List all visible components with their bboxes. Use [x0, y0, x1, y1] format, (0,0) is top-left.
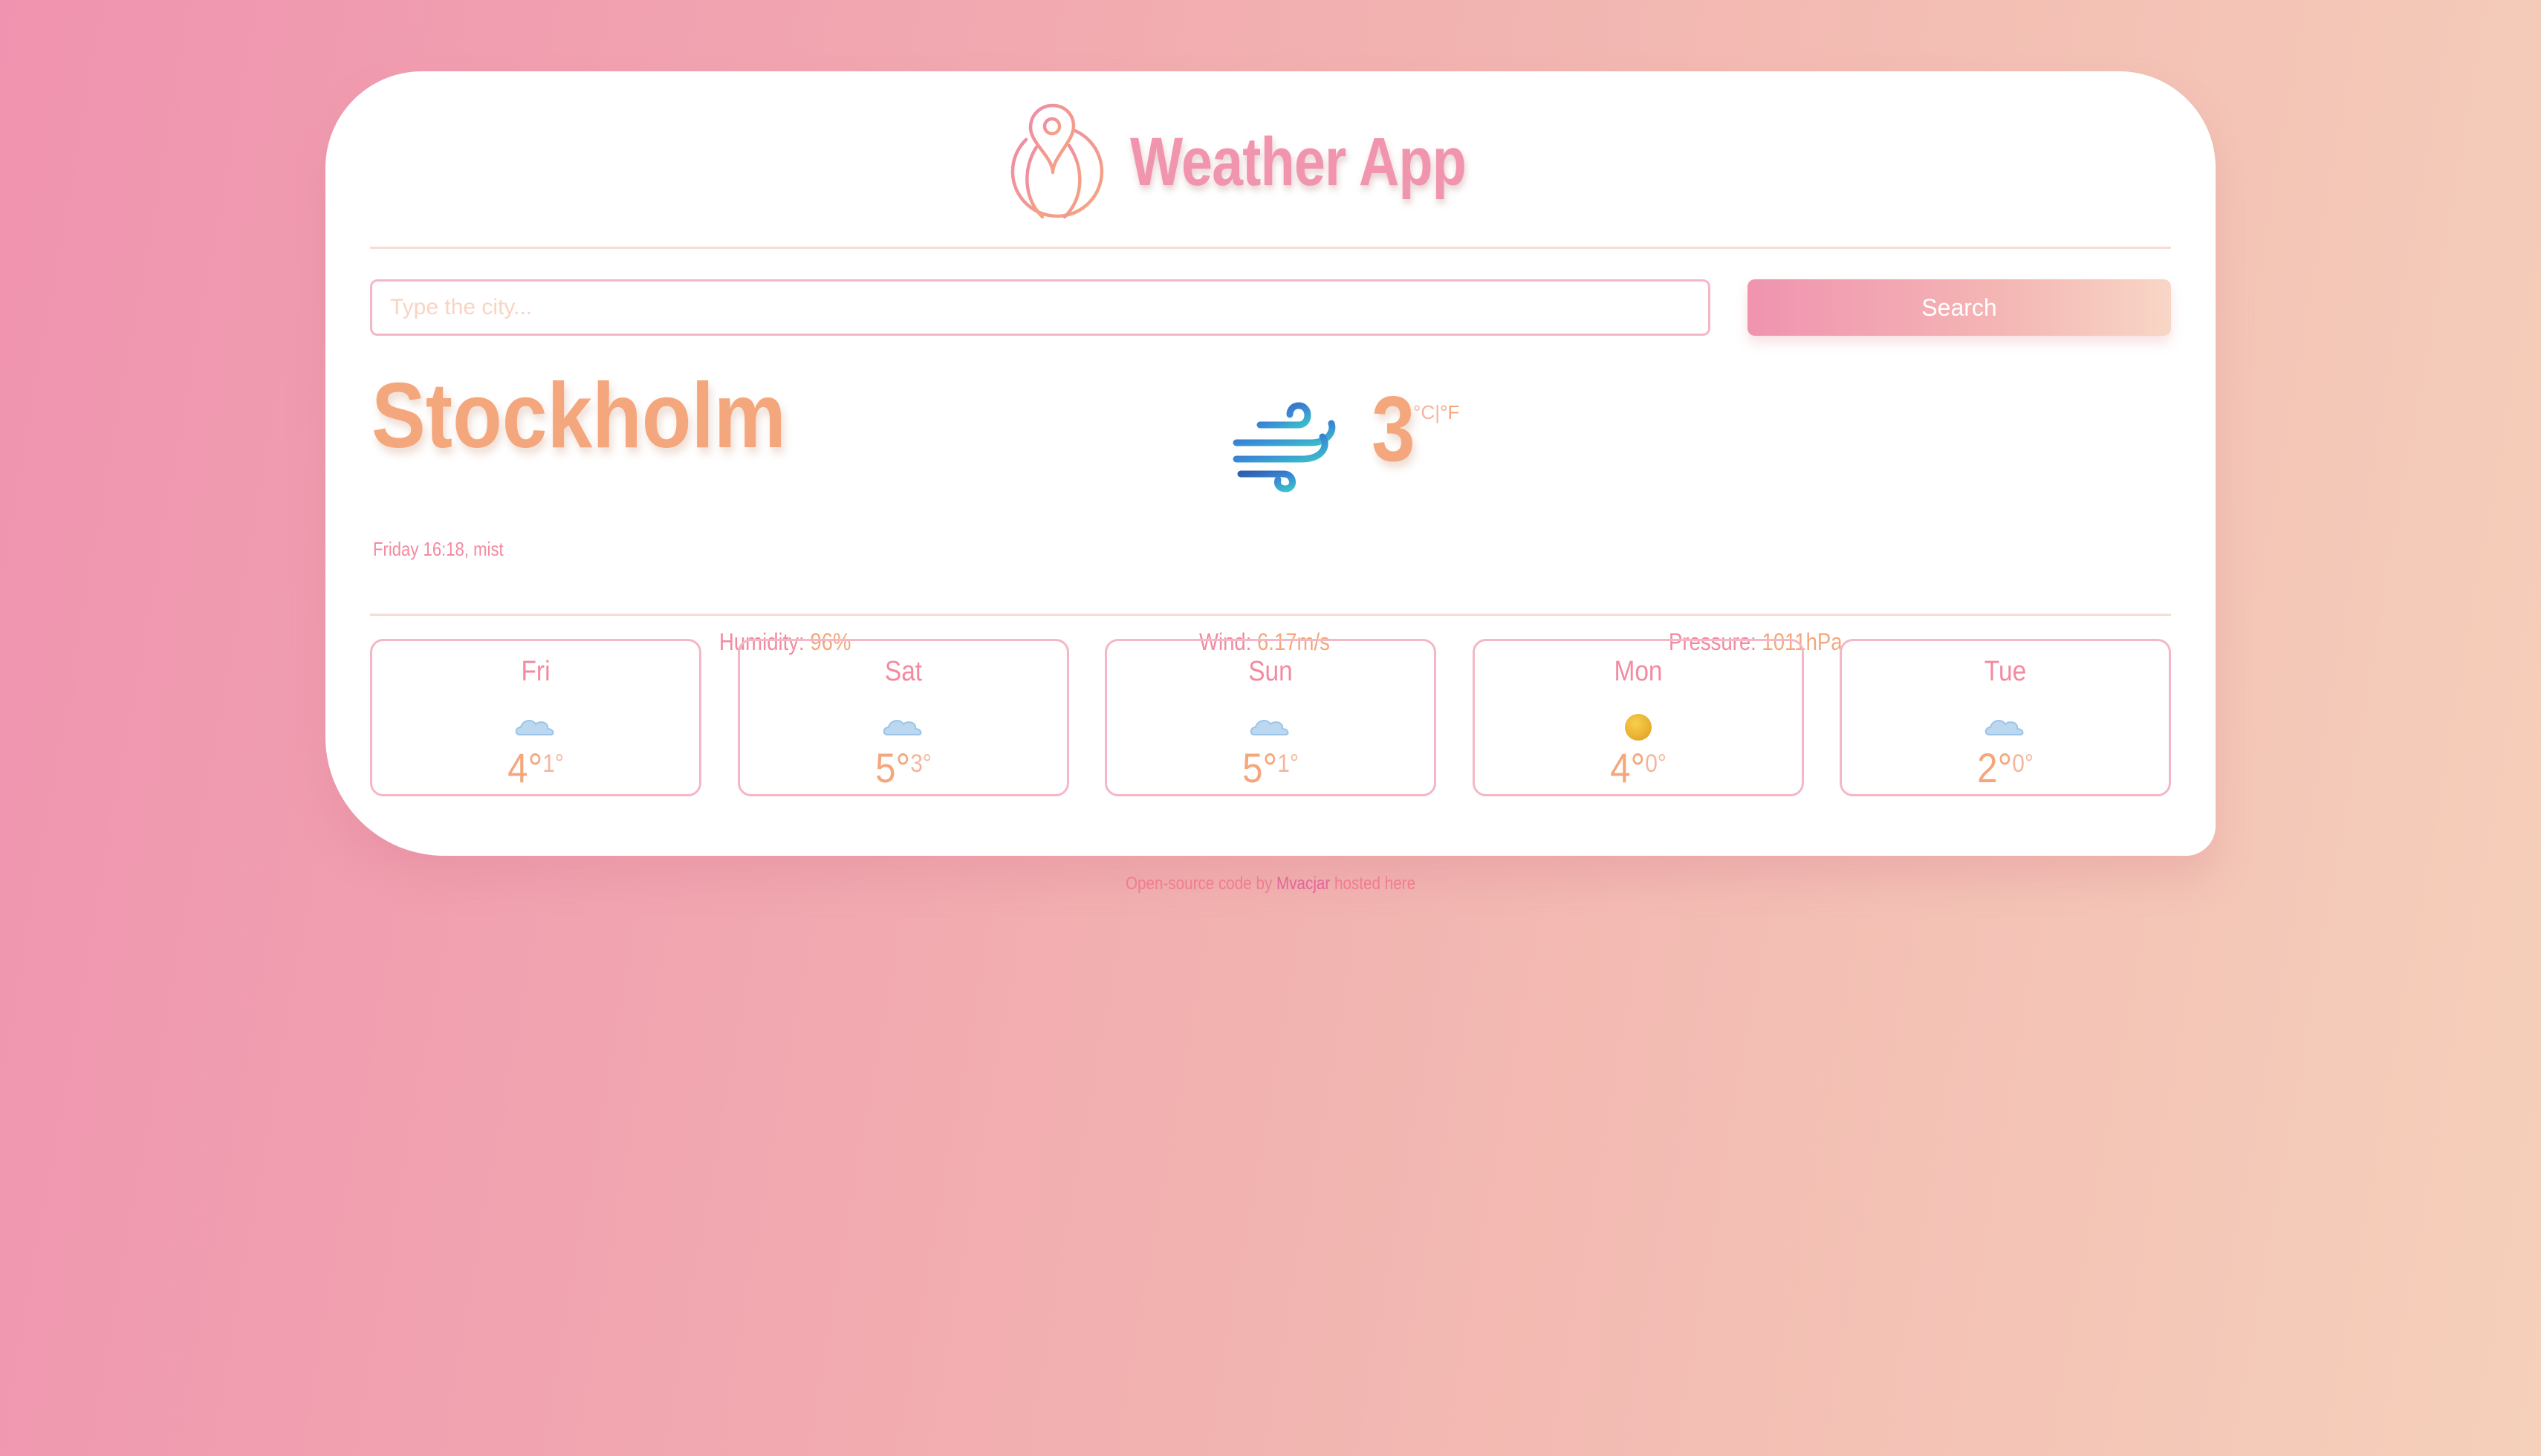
forecast-day-name: Mon: [1613, 656, 1663, 687]
forecast-day-card: Fri 4°1°: [370, 639, 701, 796]
forecast-temps: 5°1°: [1126, 744, 1414, 792]
forecast-temps: 4°0°: [1494, 744, 1782, 792]
forecast-temps: 5°3°: [759, 744, 1047, 792]
forecast-low: 1°: [542, 750, 564, 778]
forecast-high: 5°: [874, 744, 910, 791]
forecast-temps: 4°1°: [392, 744, 679, 792]
fahrenheit-toggle[interactable]: °F: [1440, 401, 1459, 423]
wind-icon: [1233, 402, 1336, 493]
celsius-toggle[interactable]: °C: [1413, 401, 1435, 423]
forecast-temps: 2°0°: [1861, 744, 2149, 792]
footer: Open-source code by Mvacjar hosted here: [178, 874, 2363, 894]
current-temperature: 3: [1372, 378, 1415, 481]
forecast-day-card: Mon 4°0°: [1472, 639, 1804, 796]
forecast-low: 0°: [2012, 750, 2034, 778]
date-condition-text: Friday 16:18, mist: [373, 538, 504, 560]
search-button[interactable]: Search: [1747, 279, 2171, 336]
forecast-low: 0°: [1644, 750, 1667, 778]
cloud-icon: [1985, 720, 2024, 735]
author-link[interactable]: Mvacjar: [1276, 874, 1330, 894]
forecast-list: Fri 4°1° Sat 5°3° Sun 5°1° Mon 4°0° Tue …: [370, 639, 2171, 796]
header-divider: [370, 247, 2171, 249]
unit-toggle: °C|°F: [1413, 401, 1459, 424]
forecast-low: 1°: [1277, 750, 1299, 778]
city-name: Stockholm: [371, 365, 786, 467]
forecast-day-name: Sun: [1248, 656, 1293, 687]
forecast-high: 5°: [1242, 744, 1278, 791]
app-header: Weather App: [325, 101, 2216, 220]
city-search-input[interactable]: [370, 279, 1710, 336]
forecast-high: 4°: [507, 744, 543, 791]
forecast-day-card: Sun 5°1°: [1105, 639, 1436, 796]
footer-by: by: [1256, 874, 1273, 894]
cloud-icon: [1250, 720, 1289, 735]
forecast-low: 3°: [909, 750, 932, 778]
cloud-icon: [883, 720, 921, 735]
forecast-high: 2°: [1977, 744, 2013, 791]
forecast-day-name: Fri: [521, 656, 551, 687]
stats-divider: [370, 614, 2171, 616]
forecast-high: 4°: [1609, 744, 1645, 791]
forecast-day-card: Tue 2°0°: [1840, 639, 2171, 796]
sun-icon: [1624, 714, 1652, 741]
open-source-link[interactable]: Open-source code: [1126, 874, 1252, 894]
cloud-icon: [515, 720, 554, 735]
forecast-day-name: Tue: [1984, 656, 2027, 687]
app-title: Weather App: [1130, 123, 1467, 200]
forecast-day-card: Sat 5°3°: [737, 639, 1069, 796]
unit-separator: |: [1435, 401, 1440, 423]
hosted-link[interactable]: hosted here: [1334, 874, 1415, 894]
weather-card: Weather App Search Stockholm Friday 16:1…: [325, 71, 2216, 856]
globe-location-pin-icon: [1005, 103, 1104, 219]
forecast-day-name: Sat: [884, 656, 922, 687]
